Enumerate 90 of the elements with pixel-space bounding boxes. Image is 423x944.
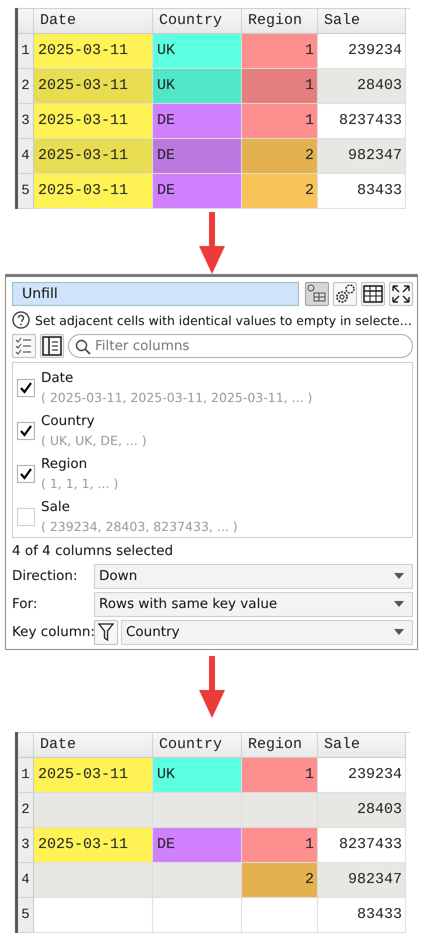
checkbox[interactable]	[17, 508, 35, 526]
column-header: Country	[153, 9, 242, 34]
list-button[interactable]	[40, 334, 64, 358]
row-number: 4	[18, 863, 34, 898]
table-cell: 1	[242, 69, 318, 104]
row-number: 3	[18, 104, 34, 139]
toolbar-button[interactable]	[389, 282, 413, 306]
table-cell: 2025-03-11	[34, 34, 153, 69]
row-number: 2	[18, 793, 34, 828]
row-number: 1	[18, 34, 34, 69]
column-preview: ( 239234, 28403, 8237433, ... )	[41, 518, 238, 536]
column-name: Date	[41, 368, 74, 388]
table-cell: 1	[242, 104, 318, 139]
toolbar-button[interactable]	[333, 282, 357, 306]
table-cell: 28403	[318, 69, 406, 104]
caret-icon	[394, 601, 404, 608]
column-header: Date	[34, 9, 153, 34]
table-cell: 28403	[318, 793, 406, 828]
table-cell: 1	[242, 34, 318, 69]
column-header: Region	[242, 9, 318, 34]
panel-title: Unfill	[12, 282, 299, 306]
expand-icon	[390, 283, 412, 305]
down-arrow	[198, 212, 224, 274]
column-header: Sale	[318, 733, 406, 758]
table-icon	[362, 283, 384, 305]
dropdown[interactable]: Down	[94, 564, 413, 589]
caret-icon	[394, 573, 404, 580]
table-cell: 2	[242, 863, 318, 898]
column-header: Region	[242, 733, 318, 758]
toolbar-button[interactable]	[361, 282, 385, 306]
table-cell: 8237433	[318, 104, 406, 139]
column-preview: ( UK, UK, DE, ... )	[41, 432, 147, 450]
column-name: Country	[41, 412, 96, 431]
option-label: Key column:	[12, 624, 92, 640]
column-name: Sale	[41, 498, 71, 517]
column-preview: ( 1, 1, 1, ... )	[41, 474, 118, 493]
table-cell: DE	[153, 104, 242, 139]
column-header: Sale	[318, 9, 406, 34]
gears-icon	[334, 283, 356, 305]
search-field[interactable]: Filter columns	[68, 334, 413, 358]
table-cell: 982347	[318, 139, 406, 174]
down-arrow	[198, 656, 224, 718]
table-cell: UK	[153, 69, 242, 104]
row-number: 1	[18, 758, 34, 793]
table-cell: 2025-03-11	[34, 828, 153, 863]
checkbox[interactable]	[17, 378, 35, 397]
column-name: Region	[41, 454, 88, 474]
table-cell: 239234	[318, 758, 406, 793]
table-cell: UK	[153, 758, 242, 793]
table-cell: 83433	[318, 898, 406, 933]
checkbox[interactable]	[17, 422, 35, 440]
table-cell: 2025-03-11	[34, 104, 153, 139]
help-icon	[12, 311, 30, 330]
option-label: For:	[12, 596, 38, 612]
status-text: 4 of 4 columns selected	[12, 542, 174, 561]
table-cell: 2025-03-11	[34, 174, 153, 209]
table-cell: 1	[242, 758, 318, 793]
list-panel-icon	[41, 335, 63, 358]
search-icon	[75, 339, 91, 356]
table-cell: 2025-03-11	[34, 69, 153, 104]
help-text: Set adjacent cells with identical values to empty in selecte…	[35, 312, 412, 328]
row-number: 5	[18, 174, 34, 209]
table-cell: 2	[242, 139, 318, 174]
row-number: 2	[18, 69, 34, 104]
funnel-icon	[97, 622, 115, 642]
checkbox[interactable]	[17, 464, 35, 483]
column-preview: ( 2025-03-11, 2025-03-11, 2025-03-11, ... )	[41, 388, 312, 407]
table-cell: 239234	[318, 34, 406, 69]
table-cell: 8237433	[318, 828, 406, 863]
table-cell: DE	[153, 174, 242, 209]
table-cell: 83433	[318, 174, 406, 209]
column-header: Date	[34, 733, 153, 758]
row-number: 3	[18, 828, 34, 863]
table-cell: 982347	[318, 863, 406, 898]
table-cell: 2025-03-11	[34, 139, 153, 174]
dropdown[interactable]: Country	[121, 620, 413, 645]
dropdown[interactable]: Rows with same key value	[94, 592, 413, 617]
filter-button[interactable]	[94, 620, 118, 645]
row-number: 5	[18, 898, 34, 933]
caret-icon	[394, 629, 404, 636]
table-cell: 2025-03-11	[34, 758, 153, 793]
table-cell: 1	[242, 828, 318, 863]
table-cell: DE	[153, 139, 242, 174]
option-label: Direction:	[12, 568, 79, 584]
column-header: Country	[153, 733, 242, 758]
list-button[interactable]	[12, 334, 36, 358]
table-cell: DE	[153, 828, 242, 863]
table-cell: 2	[242, 174, 318, 209]
table-cell: UK	[153, 34, 242, 69]
row-number: 4	[18, 139, 34, 174]
